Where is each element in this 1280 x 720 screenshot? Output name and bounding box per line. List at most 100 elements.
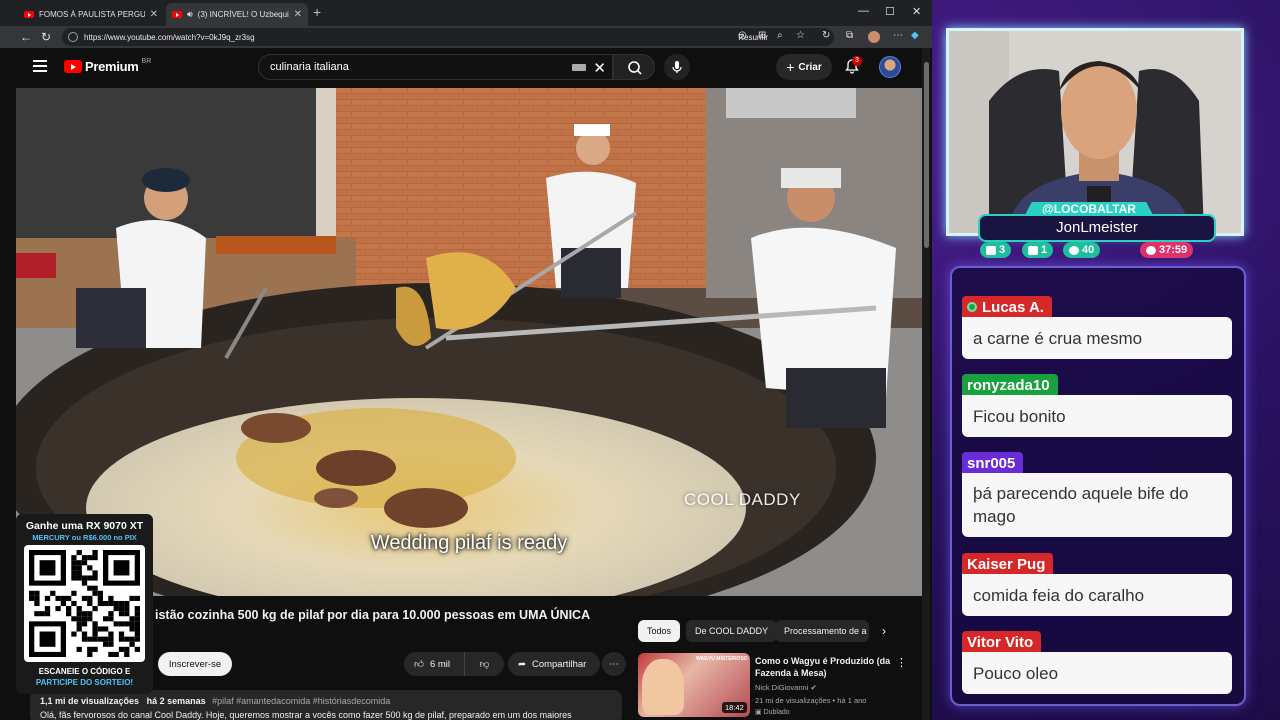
apps-icon[interactable]: ⊞ bbox=[758, 30, 766, 41]
video-play-icon bbox=[1028, 245, 1038, 255]
youtube-favicon-icon bbox=[172, 11, 182, 18]
extensions-icon[interactable]: ⧉ bbox=[846, 30, 853, 41]
dubbed-icon: ▣ bbox=[755, 709, 764, 716]
dislike-button[interactable]: 👎︎ bbox=[464, 652, 504, 676]
microphone-icon bbox=[672, 61, 682, 73]
search-input[interactable]: culinaria italiana ✕ bbox=[258, 54, 613, 80]
chat-message-text: Ficou bonito bbox=[962, 395, 1232, 437]
page-scrollbar[interactable] bbox=[922, 48, 930, 720]
chat-message-text: þá parecendo aquele bife do mago bbox=[962, 473, 1232, 537]
video-count-stat: 1 bbox=[1022, 242, 1054, 258]
chat-username[interactable]: snr005 bbox=[962, 452, 1024, 474]
promo-footer-line2: PARTICIPE DO SORTEIO! bbox=[35, 678, 134, 687]
dubbed-badge: ▣ Dublado bbox=[755, 708, 790, 716]
chat-username[interactable]: Lucas A. bbox=[962, 296, 1052, 318]
chip-todos[interactable]: Todos bbox=[638, 620, 681, 642]
chat-username[interactable]: Vitor Vito bbox=[962, 631, 1042, 653]
account-avatar[interactable] bbox=[879, 56, 901, 78]
menu-dots-icon[interactable]: ⋯ bbox=[893, 30, 903, 41]
close-window-button[interactable]: ✕ bbox=[912, 5, 921, 18]
youtube-favicon-icon bbox=[24, 11, 34, 18]
video-description[interactable]: 1,1 mi de visualizações há 2 semanas #pi… bbox=[30, 690, 622, 720]
zoom-icon[interactable]: ⌕ bbox=[777, 30, 783, 41]
maximize-button[interactable]: ☐ bbox=[885, 5, 895, 18]
copilot-app-icon[interactable]: ◆ bbox=[911, 30, 919, 41]
scrollbar-thumb[interactable] bbox=[924, 62, 929, 248]
search-button[interactable] bbox=[613, 54, 655, 80]
search-value: culinaria italiana bbox=[270, 61, 349, 73]
recommendation-age: há 1 ano bbox=[837, 696, 867, 705]
back-arrow-icon[interactable]: ← bbox=[20, 30, 32, 44]
site-info-icon[interactable] bbox=[68, 32, 78, 42]
youtube-logo-icon bbox=[64, 60, 82, 73]
timer-value: 37:59 bbox=[1159, 244, 1188, 256]
create-label: Criar bbox=[798, 61, 822, 73]
recommendation-channel[interactable]: Nick DiGiovanni ✔ bbox=[755, 683, 817, 692]
promo-subline: MERCURY ou R$6.000 no PIX bbox=[32, 533, 137, 542]
close-tab-icon[interactable]: ✕ bbox=[150, 9, 158, 20]
profile-icon[interactable] bbox=[868, 31, 880, 43]
chevron-right-icon[interactable]: › bbox=[882, 624, 886, 638]
promo-footer-line1: ESCANEIE O CÓDIGO E bbox=[38, 667, 131, 676]
new-tab-button[interactable]: + bbox=[313, 4, 321, 20]
audio-playing-icon[interactable]: 🔊︎ bbox=[187, 9, 193, 20]
share-button[interactable]: ➦ Compartilhar bbox=[508, 652, 600, 676]
giveaway-promo: Ganhe uma RX 9070 XT MERCURY ou R$6.000 … bbox=[16, 514, 153, 694]
tab-label: FOMOS À PAULISTA PERGUNTAR bbox=[39, 10, 145, 19]
subscribe-button[interactable]: Inscrever-se bbox=[158, 652, 232, 676]
tab-uzbequistao[interactable]: 🔊︎ (3) INCRÍVEL! O Uzbequistão ✕ bbox=[166, 3, 308, 26]
verified-check-icon: ✔ bbox=[810, 683, 817, 692]
timer-icon bbox=[1146, 245, 1156, 255]
recommendation-menu-icon[interactable]: ⋮ bbox=[896, 656, 907, 669]
loop-count-stat: 40 bbox=[1063, 242, 1101, 258]
keyboard-icon[interactable] bbox=[572, 64, 586, 71]
chip-processamento[interactable]: Processamento de a bbox=[775, 620, 869, 642]
thumbnail-face-image bbox=[642, 659, 684, 715]
browser-window: FOMOS À PAULISTA PERGUNTAR ✕ 🔊︎ (3) INCR… bbox=[0, 0, 932, 720]
browser-toolbar: ← ↻ https://www.youtube.com/watch?v=0kJ9… bbox=[0, 26, 932, 48]
chat-username[interactable]: ronyzada10 bbox=[962, 374, 1058, 396]
minimize-button[interactable]: — bbox=[858, 5, 869, 17]
url-text: https://www.youtube.com/watch?v=0kJ9q_zr… bbox=[84, 32, 255, 42]
copilot-icon[interactable]: ◎ bbox=[738, 30, 747, 41]
chat-username-text: Vitor Vito bbox=[967, 633, 1034, 651]
reload-icon[interactable]: ↻ bbox=[41, 30, 51, 44]
favorite-star-icon[interactable]: ☆ bbox=[796, 30, 805, 41]
logo-country: BR bbox=[141, 58, 152, 65]
hamburger-menu-icon[interactable] bbox=[33, 60, 47, 72]
channel-name: Nick DiGiovanni bbox=[755, 683, 809, 692]
description-text: Olá, fãs fervorosos do canal Cool Daddy.… bbox=[40, 710, 572, 720]
refresh-extension-icon[interactable]: ↻ bbox=[822, 30, 830, 41]
share-arrow-icon: ➦ bbox=[518, 658, 526, 670]
youtube-header: Premium BR culinaria italiana ✕ + Criar bbox=[16, 48, 922, 88]
tab-fomos-a-paulista[interactable]: FOMOS À PAULISTA PERGUNTAR ✕ bbox=[18, 3, 164, 26]
recommendation-views: 21 mi de visualizações bbox=[755, 696, 831, 705]
chip-de-cool-daddy[interactable]: De COOL DADDY bbox=[686, 620, 778, 642]
plus-icon: + bbox=[786, 59, 795, 75]
logo-word: Premium bbox=[85, 59, 139, 74]
youtube-premium-logo[interactable]: Premium BR bbox=[64, 58, 152, 74]
stream-timer: 37:59 bbox=[1140, 242, 1194, 258]
chat-count: 3 bbox=[999, 244, 1006, 256]
more-actions-button[interactable]: ⋯ bbox=[602, 652, 626, 676]
create-button[interactable]: + Criar bbox=[776, 54, 832, 80]
address-bar[interactable]: https://www.youtube.com/watch?v=0kJ9q_zr… bbox=[62, 28, 834, 46]
chat-username-text: Lucas A. bbox=[982, 298, 1044, 316]
close-tab-icon[interactable]: ✕ bbox=[294, 9, 302, 20]
tab-label: (3) INCRÍVEL! O Uzbequistão bbox=[197, 10, 289, 19]
like-button[interactable]: 👍︎ 6 mil bbox=[404, 652, 464, 676]
thumbnail-caption: WAGYU MISTERIOSO bbox=[696, 656, 748, 662]
description-hashtags[interactable]: #pilaf #amantedacomida #históriasdecomid… bbox=[212, 696, 390, 706]
chat-message-text: a carne é crua mesmo bbox=[962, 317, 1232, 359]
recommendation-title[interactable]: Como o Wagyu é Produzido (da Fazenda à M… bbox=[755, 655, 895, 679]
voice-search-button[interactable] bbox=[664, 54, 690, 80]
stream-layout: FOMOS À PAULISTA PERGUNTAR ✕ 🔊︎ (3) INCR… bbox=[0, 0, 1280, 720]
thumbs-down-icon: 👎︎ bbox=[479, 659, 490, 670]
clear-search-icon[interactable]: ✕ bbox=[593, 59, 606, 77]
chat-count-stat: 3 bbox=[980, 242, 1012, 258]
qr-code-image bbox=[24, 545, 145, 662]
like-count: 6 mil bbox=[429, 658, 450, 670]
subscriber-badge-icon bbox=[967, 302, 977, 312]
chat-username[interactable]: Kaiser Pug bbox=[962, 553, 1054, 575]
promo-headline: Ganhe uma RX 9070 XT bbox=[25, 520, 144, 532]
